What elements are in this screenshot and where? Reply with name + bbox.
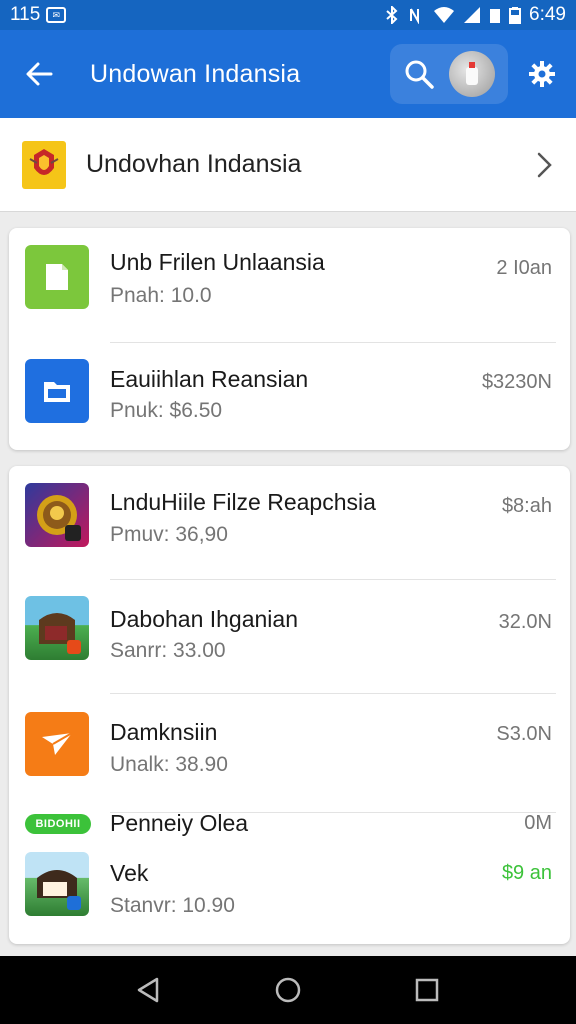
notification-icon: ✉ bbox=[46, 7, 67, 23]
landscape-app-icon bbox=[25, 596, 89, 660]
blue-file-icon bbox=[25, 359, 89, 423]
landscape-app-icon bbox=[25, 852, 89, 916]
item-title: LnduHiile Filze Reapchsia bbox=[110, 489, 376, 515]
item-right-value: S3.0N bbox=[496, 723, 552, 745]
item-subtitle: Pnuk: $6.50 bbox=[110, 399, 223, 422]
nav-recents-button[interactable] bbox=[397, 960, 457, 1020]
item-title: Penneiy Olea bbox=[110, 810, 249, 836]
search-icon bbox=[405, 60, 434, 89]
nfc-icon bbox=[410, 8, 420, 24]
garuda-emblem-icon bbox=[22, 140, 66, 189]
list-card: Unb Frilen Unlaansia Pnah: 10.0 2 I0an E… bbox=[9, 228, 570, 450]
item-right-value: $8:ah bbox=[501, 495, 552, 517]
item-subtitle: Pmuv: 36,90 bbox=[110, 523, 228, 546]
avatar-icon bbox=[466, 62, 478, 85]
signal-icon bbox=[464, 7, 481, 23]
arrow-left-icon bbox=[26, 62, 53, 86]
status-time-left: 115 bbox=[10, 4, 41, 25]
list-item[interactable]: Eauiihlan Reansian Pnuk: $6.50 $3230N bbox=[9, 342, 570, 452]
back-button[interactable] bbox=[14, 49, 64, 99]
item-subtitle: Pnah: 10.0 bbox=[110, 284, 212, 307]
item-subtitle: Unalk: 38.90 bbox=[110, 753, 228, 776]
nav-home-button[interactable] bbox=[258, 960, 318, 1020]
list-item[interactable]: Vek Stanvr: 10.90 $9 an bbox=[9, 846, 570, 942]
system-nav-bar bbox=[0, 956, 576, 1024]
list-item[interactable]: Dabohan Ihganian Sanrr: 33.00 32.0N bbox=[9, 579, 570, 689]
item-subtitle: Sanrr: 33.00 bbox=[110, 639, 226, 662]
item-title: Eauiihlan Reansian bbox=[110, 366, 309, 392]
list-item[interactable]: Damknsiin Unalk: 38.90 S3.0N bbox=[9, 693, 570, 803]
emblem-app-icon bbox=[25, 483, 89, 547]
orange-send-icon bbox=[25, 712, 89, 776]
app-title: Undowan Indansia bbox=[90, 59, 301, 88]
sim-icon bbox=[490, 9, 501, 23]
status-time: 6:49 bbox=[529, 4, 566, 25]
item-subtitle: Stanvr: 10.90 bbox=[110, 894, 235, 917]
list-item[interactable]: LnduHiile Filze Reapchsia Pmuv: 36,90 $8… bbox=[9, 466, 570, 576]
app-bar: Undowan Indansia bbox=[0, 30, 576, 118]
avatar-button[interactable] bbox=[449, 51, 495, 97]
green-document-icon bbox=[25, 245, 89, 309]
status-badge: BIDOHII bbox=[25, 814, 91, 834]
gear-icon bbox=[529, 61, 555, 87]
search-button[interactable] bbox=[403, 58, 435, 90]
square-recents-icon bbox=[415, 978, 438, 1002]
item-title: Dabohan Ihganian bbox=[110, 606, 298, 632]
item-title: Unb Frilen Unlaansia bbox=[110, 249, 325, 275]
bluetooth-icon bbox=[386, 6, 398, 24]
nav-back-button[interactable] bbox=[119, 960, 179, 1020]
battery-icon bbox=[509, 7, 522, 24]
item-right-value: 0M bbox=[524, 812, 552, 834]
item-right-value: $3230N bbox=[481, 371, 552, 393]
action-group bbox=[390, 44, 508, 104]
list-item[interactable]: Unb Frilen Unlaansia Pnah: 10.0 2 I0an bbox=[9, 228, 570, 338]
header-title: Undovhan Indansia bbox=[86, 150, 302, 178]
chevron-right-icon bbox=[537, 152, 552, 177]
triangle-back-icon bbox=[138, 977, 159, 1003]
list-item[interactable]: BIDOHII Penneiy Olea 0M bbox=[9, 802, 570, 848]
status-bar: 115 ✉ 6:49 bbox=[0, 0, 576, 30]
wifi-icon bbox=[434, 7, 455, 23]
account-header-row[interactable]: Undovhan Indansia bbox=[0, 118, 576, 212]
item-right-value: 32.0N bbox=[498, 611, 552, 633]
settings-button[interactable] bbox=[518, 50, 566, 98]
list-card: LnduHiile Filze Reapchsia Pmuv: 36,90 $8… bbox=[9, 466, 570, 944]
item-right-value: $9 an bbox=[501, 862, 552, 884]
item-title: Vek bbox=[110, 860, 149, 886]
item-right-value: 2 I0an bbox=[496, 257, 552, 279]
item-title: Damknsiin bbox=[110, 719, 218, 745]
circle-home-icon bbox=[275, 977, 301, 1003]
